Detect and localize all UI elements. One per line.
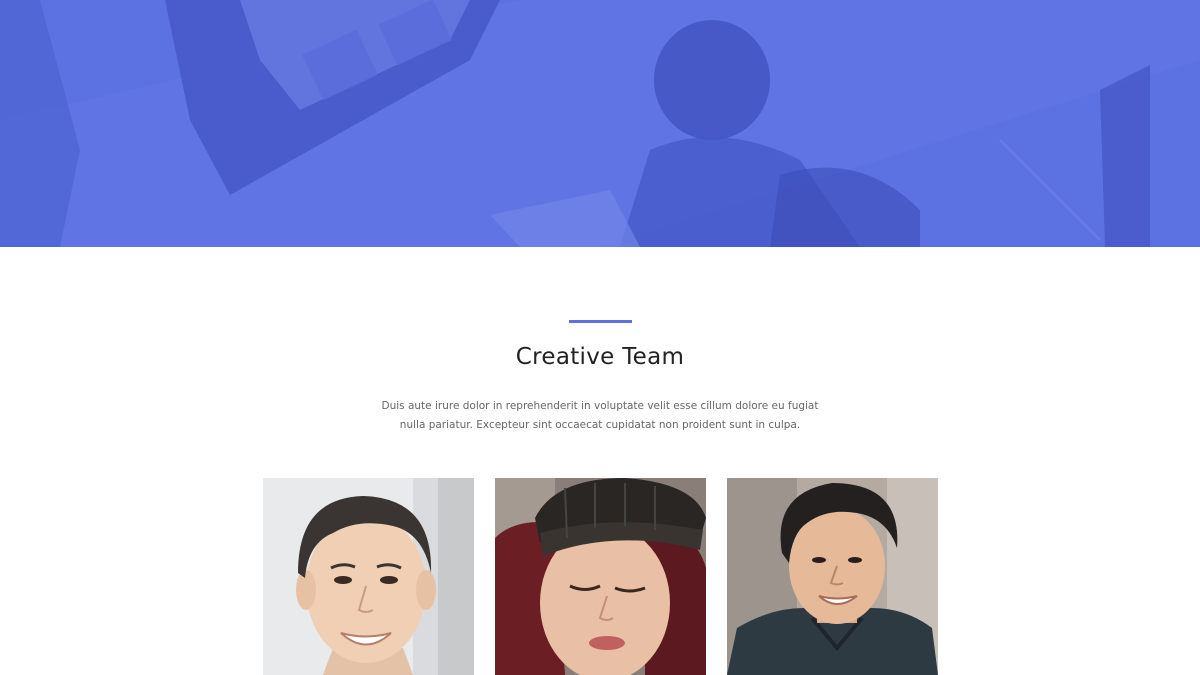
section-title: Creative Team	[515, 344, 685, 370]
team-member-photo	[727, 478, 938, 675]
hero-banner	[0, 0, 1200, 247]
section-description: Duis aute irure dolor in reprehenderit i…	[381, 400, 819, 431]
team-member-card[interactable]	[495, 478, 706, 675]
team-member-card[interactable]	[263, 478, 474, 675]
team-member-photo	[495, 478, 706, 675]
team-member-card[interactable]	[727, 478, 938, 675]
team-grid	[263, 478, 938, 675]
hero-background-image	[0, 0, 1200, 247]
title-divider	[569, 320, 632, 323]
team-section: Creative Team Duis aute irure dolor in r…	[0, 247, 1200, 675]
team-member-photo	[263, 478, 474, 675]
